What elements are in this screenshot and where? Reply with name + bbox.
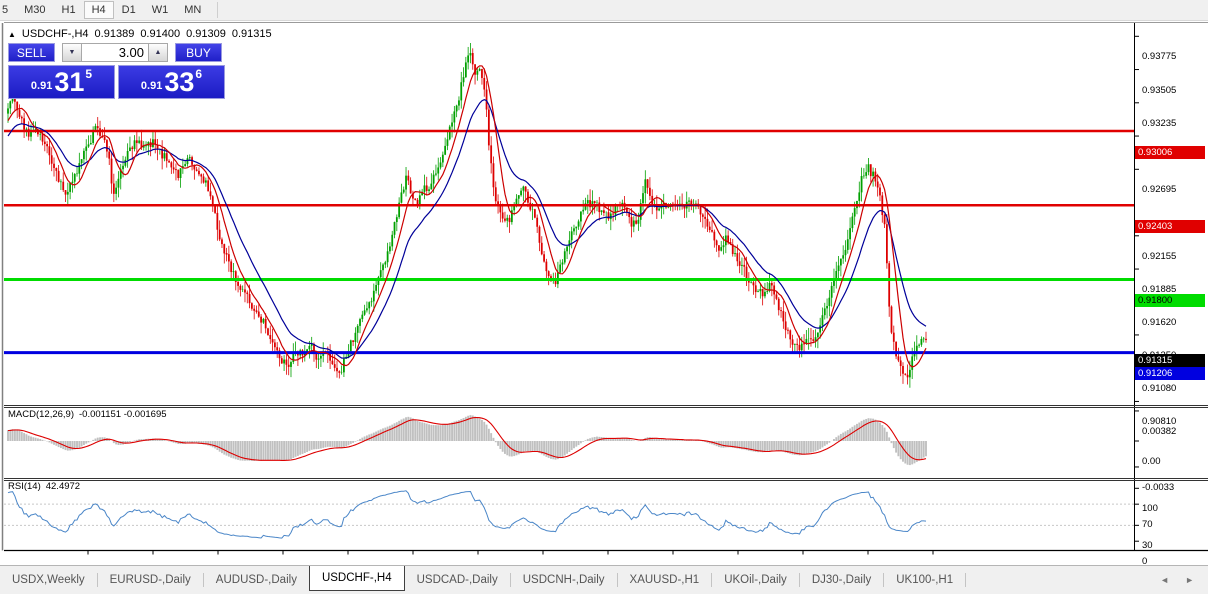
price-tick-label: 0.91080	[1142, 383, 1177, 395]
price-level-badge: 0.92403	[1135, 219, 1205, 233]
timeframe-w1-button[interactable]: W1	[144, 2, 177, 18]
sell-price-prefix: 0.91	[30, 80, 53, 92]
tabs-scroll-left-icon[interactable]: ◄	[1160, 575, 1169, 585]
ohlc-low: 0.91309	[186, 28, 226, 40]
macd-tick-label: 0.00	[1142, 456, 1161, 467]
macd-tick-label: 0.00382	[1142, 425, 1177, 437]
tab-usdcnh-daily[interactable]: USDCNH-,Daily	[511, 566, 617, 594]
tab-audusd-daily[interactable]: AUDUSD-,Daily	[204, 566, 309, 594]
tab-eurusd-daily[interactable]: EURUSD-,Daily	[98, 566, 203, 594]
price-tick-label: 0.93505	[1142, 84, 1177, 96]
price-tick-label: 0.92695	[1142, 184, 1177, 196]
rsi-pane-label: RSI(14) 42.4972	[8, 481, 80, 492]
tab-dj30-daily[interactable]: DJ30-,Daily	[800, 566, 883, 594]
buy-price-button[interactable]: 0.91 33 6	[118, 65, 225, 99]
ohlc-close: 0.91315	[231, 28, 272, 40]
price-level-badge: 0.93006	[1135, 145, 1205, 159]
chart-symbol-label: USDCHF-,H4	[21, 28, 89, 40]
symbol-up-triangle-icon: ▲	[8, 29, 16, 39]
sell-button[interactable]: SELL	[8, 43, 55, 62]
buy-button[interactable]: BUY	[175, 43, 222, 62]
chart-tabbar: USDX,Weekly EURUSD-,Daily AUDUSD-,Daily …	[0, 565, 1208, 594]
rsi-tick-label: 30	[1142, 540, 1153, 552]
timeframe-d1-button[interactable]: D1	[114, 2, 144, 18]
timeframe-m5-button[interactable]: 5	[0, 2, 16, 18]
timeframe-m30-button[interactable]: M30	[16, 2, 53, 18]
rsi-tick-label: 70	[1142, 519, 1153, 531]
volume-decrease-button[interactable]: ▼	[62, 43, 82, 62]
macd-pane-label: MACD(12,26,9) -0.001151 -0.001695	[8, 409, 167, 420]
macd-name: MACD(12,26,9)	[8, 409, 74, 420]
buy-price-pips: 33	[164, 67, 195, 97]
trading-platform-window: 5 M30 H1 H4 D1 W1 MN ▲ USDCHF-,H4 0.9138…	[0, 0, 1208, 594]
toolbar-separator	[217, 2, 219, 18]
volume-input[interactable]: 3.00	[82, 43, 148, 62]
sell-price-pips: 31	[54, 67, 85, 97]
tab-uk100-h1[interactable]: UK100-,H1	[884, 566, 965, 594]
timeframe-mn-button[interactable]: MN	[176, 2, 209, 18]
ohlc-open: 0.91389	[94, 28, 135, 40]
price-tick-label: 0.93775	[1142, 51, 1177, 63]
ohlc-high: 0.91400	[140, 28, 181, 40]
timeframe-h4-button[interactable]: H4	[83, 1, 114, 19]
buy-price-prefix: 0.91	[140, 80, 163, 92]
price-chart-canvas[interactable]	[0, 21, 1208, 565]
one-click-trade-panel: SELL ▼ 3.00 ▲ BUY 0.91 31 5 0.91 33 6	[8, 43, 228, 99]
price-tick-label: 0.92155	[1142, 250, 1177, 262]
chart-area[interactable]: ▲ USDCHF-,H4 0.91389 0.91400 0.91309 0.9…	[0, 21, 1208, 585]
rsi-tick-label: 100	[1142, 503, 1158, 515]
macd-tick-label: -0.0033	[1142, 481, 1175, 493]
sell-price-point: 5	[85, 67, 93, 81]
tab-usdchf-h4[interactable]: USDCHF-,H4	[308, 566, 405, 591]
tabs-scroll-right-icon[interactable]: ►	[1185, 575, 1194, 585]
timeframe-h1-button[interactable]: H1	[54, 2, 84, 18]
tab-ukoil-daily[interactable]: UKOil-,Daily	[712, 566, 799, 594]
timeframe-toolbar: 5 M30 H1 H4 D1 W1 MN	[0, 0, 1208, 21]
rsi-name: RSI(14)	[8, 481, 41, 492]
rsi-value: 42.4972	[45, 481, 81, 492]
macd-values: -0.001151 -0.001695	[79, 409, 167, 420]
chart-ohlc-header: ▲ USDCHF-,H4 0.91389 0.91400 0.91309 0.9…	[8, 28, 272, 40]
price-tick-label: 0.91620	[1142, 316, 1177, 328]
price-level-badge: 0.91800	[1135, 294, 1205, 308]
sell-price-button[interactable]: 0.91 31 5	[8, 65, 115, 99]
tab-usdcad-daily[interactable]: USDCAD-,Daily	[405, 566, 510, 594]
volume-increase-button[interactable]: ▲	[148, 43, 168, 62]
tab-xauusd-h1[interactable]: XAUUSD-,H1	[618, 566, 712, 594]
price-level-badge: 0.91315	[1135, 353, 1205, 367]
tab-usdx-weekly[interactable]: USDX,Weekly	[0, 566, 97, 594]
price-level-badge: 0.91206	[1135, 367, 1205, 381]
arrow-down-icon: ▼	[68, 49, 76, 56]
arrow-up-icon: ▲	[154, 49, 162, 56]
buy-price-point: 6	[195, 67, 203, 81]
price-tick-label: 0.93235	[1142, 117, 1177, 129]
